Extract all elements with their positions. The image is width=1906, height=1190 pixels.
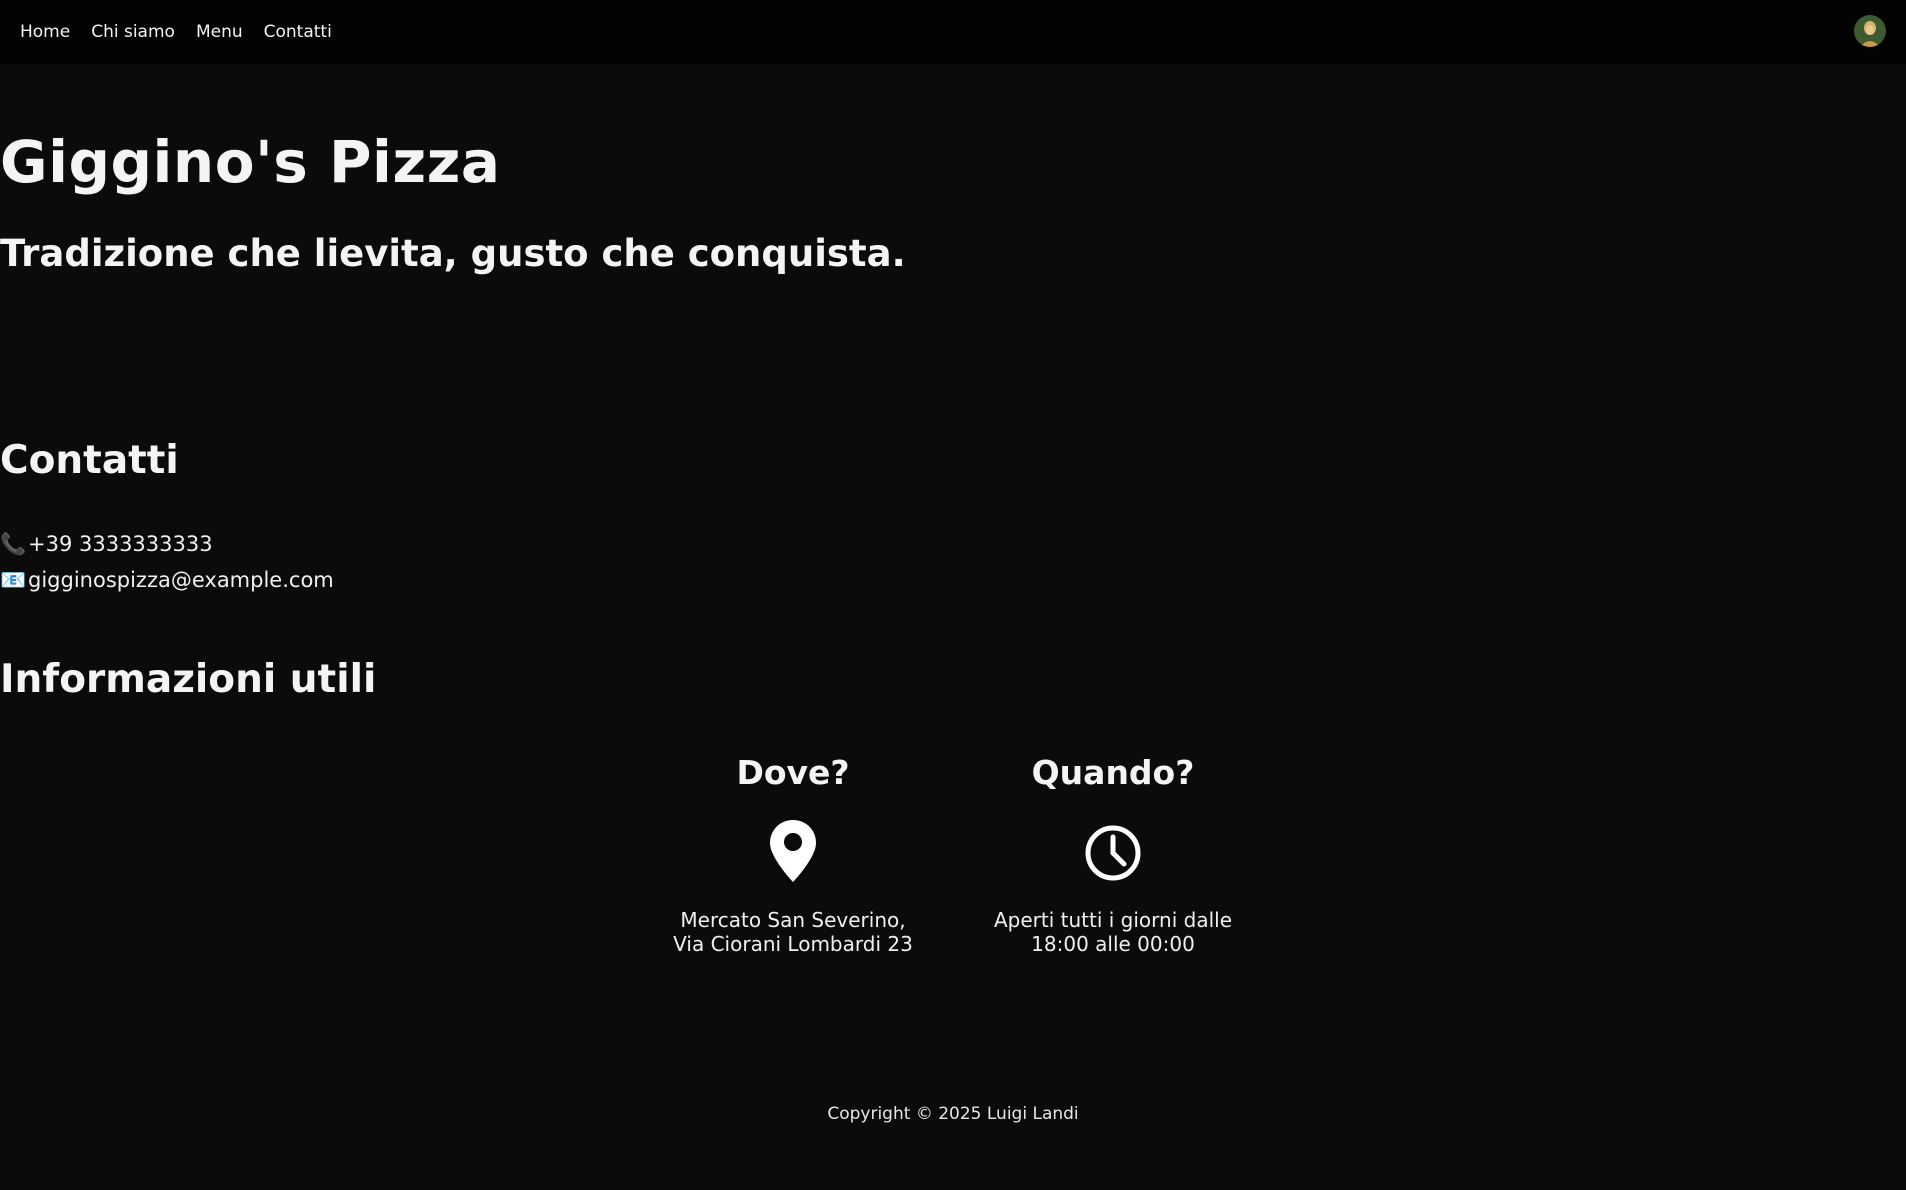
user-avatar-icon[interactable] bbox=[1854, 15, 1886, 47]
contacts-heading: Contatti bbox=[0, 438, 179, 483]
nav-link-chi-siamo[interactable]: Chi siamo bbox=[91, 22, 175, 42]
phone-number[interactable]: +39 3333333333 bbox=[28, 532, 213, 556]
where-address: Mercato San Severino, Via Ciorani Lombar… bbox=[643, 908, 943, 956]
where-title: Dove? bbox=[736, 753, 850, 792]
site-title: Giggino's Pizza bbox=[0, 128, 501, 196]
when-title: Quando? bbox=[1031, 753, 1195, 792]
when-hours-line1: Aperti tutti i giorni dalle bbox=[993, 908, 1232, 932]
email-line: 📧gigginospizza@example.com bbox=[0, 568, 1906, 593]
email-icon: 📧 bbox=[0, 568, 27, 592]
clock-icon bbox=[963, 818, 1263, 888]
where-address-line2: Via Ciorani Lombardi 23 bbox=[673, 932, 913, 956]
email-address[interactable]: gigginospizza@example.com bbox=[28, 568, 334, 592]
nav-link-home[interactable]: Home bbox=[20, 22, 70, 42]
top-navbar: Home Chi siamo Menu Contatti bbox=[0, 0, 1906, 64]
footer-copyright: Copyright © 2025 Luigi Landi bbox=[827, 1104, 1079, 1124]
phone-line: 📞+39 3333333333 bbox=[0, 532, 1906, 557]
map-pin-icon bbox=[643, 818, 943, 888]
nav-link-contatti[interactable]: Contatti bbox=[264, 22, 332, 42]
when-hours: Aperti tutti i giorni dalle 18:00 alle 0… bbox=[963, 908, 1263, 956]
nav-links: Home Chi siamo Menu Contatti bbox=[0, 22, 353, 42]
nav-link-menu[interactable]: Menu bbox=[196, 22, 243, 42]
phone-icon: 📞 bbox=[0, 532, 27, 556]
tagline: Tradizione che lievita, gusto che conqui… bbox=[0, 232, 906, 275]
where-address-line1: Mercato San Severino, bbox=[680, 908, 906, 932]
info-where: Dove? Mercato San Severino, Via Ciorani … bbox=[643, 753, 943, 956]
info-heading: Informazioni utili bbox=[0, 657, 377, 702]
when-hours-line2: 18:00 alle 00:00 bbox=[1031, 932, 1195, 956]
info-when: Quando? Aperti tutti i giorni dalle 18:0… bbox=[963, 753, 1263, 956]
